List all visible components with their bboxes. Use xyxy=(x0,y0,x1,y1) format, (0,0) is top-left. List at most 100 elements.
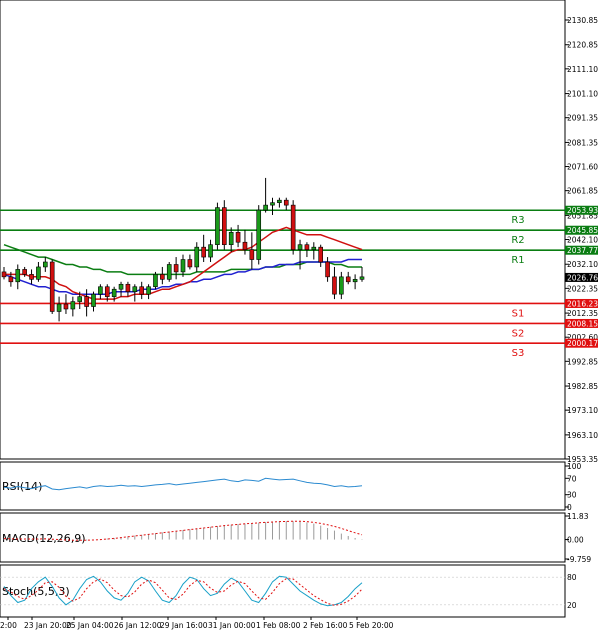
stoch-label: Stoch(5,5,3) xyxy=(2,585,70,598)
price-tick-label-9: 2042.10 xyxy=(567,236,598,245)
price-tick-label-14: 1992.85 xyxy=(567,357,598,366)
candle-42 xyxy=(290,200,296,255)
time-label-8: 5 Feb 20:00 xyxy=(349,621,394,630)
candle-body-3 xyxy=(22,269,27,275)
price-axis-ticks: 2130.85 2120.85 2111.10 2101.10 2091.35 2081.… xyxy=(565,16,598,464)
candle-body-43 xyxy=(297,244,303,250)
level-label-s1: S1 xyxy=(512,308,525,319)
candle-body-49 xyxy=(339,276,344,295)
price-tick-label-7: 2061.85 xyxy=(567,187,598,196)
price-tick-label-2: 2111.10 xyxy=(567,65,598,74)
candle-body-41 xyxy=(283,199,289,206)
price-tick-label-0: 2130.85 xyxy=(567,16,598,25)
candle-body-31 xyxy=(215,207,220,245)
chart-canvas: 2130.85 2120.85 2111.10 2101.10 2091.35 2081.… xyxy=(0,0,598,630)
candle-body-16 xyxy=(111,288,117,297)
rsi-panel-frame xyxy=(0,461,566,511)
candle-body-17 xyxy=(118,283,124,290)
candle-7 xyxy=(49,259,55,314)
price-tick-label-12: 2012.35 xyxy=(567,309,598,318)
candle-body-9 xyxy=(63,303,69,310)
candle-body-44 xyxy=(304,244,310,250)
candle-body-6 xyxy=(43,261,48,268)
time-label-5: 31 Jan 00:00 xyxy=(208,621,256,630)
candle-body-52 xyxy=(359,276,365,280)
candle-body-0 xyxy=(1,271,7,278)
candle-body-40 xyxy=(277,199,282,203)
candle-body-32 xyxy=(222,207,227,245)
price-tick-label-1: 2120.85 xyxy=(567,41,598,50)
candle-body-20 xyxy=(139,286,144,295)
macd-tick-label-2: -9.759 xyxy=(567,555,591,564)
candle-body-13 xyxy=(91,293,96,307)
level-label-s2: S2 xyxy=(512,328,525,339)
candle-body-4 xyxy=(29,274,34,280)
level-tag-value-s2: 2008.15 xyxy=(567,319,598,328)
candle-body-26 xyxy=(180,259,186,273)
level-label-s3: S3 xyxy=(512,348,525,359)
price-tick-label-11: 2022.35 xyxy=(567,284,598,293)
time-label-6: 1 Feb 08:00 xyxy=(256,621,301,630)
candle-body-36 xyxy=(249,249,255,260)
current-price-tag: 2026.76 xyxy=(565,272,598,282)
macd-tick-label-1: 0.00 xyxy=(567,536,584,545)
candle-22 xyxy=(153,271,158,290)
time-label-0: 2:00 xyxy=(0,621,17,630)
time-label-2: 25 Jan 04:00 xyxy=(66,621,114,630)
candle-32 xyxy=(222,200,227,250)
price-tick-label-10: 2032.10 xyxy=(567,260,598,269)
price-tick-label-15: 1982.85 xyxy=(567,382,598,391)
candle-body-29 xyxy=(201,246,206,258)
level-tag-value-s1: 2016.23 xyxy=(567,299,598,308)
candle-body-23 xyxy=(160,274,165,280)
time-axis: 2:00 23 Jan 20:0025 Jan 04:00 26 Jan 12:00… xyxy=(0,617,394,630)
candle-body-24 xyxy=(166,264,172,280)
time-label-4: 29 Jan 16:00 xyxy=(160,621,208,630)
price-tick-label-16: 1973.10 xyxy=(567,406,598,415)
candle-body-48 xyxy=(332,276,337,295)
stoch-tick-label-1: 20 xyxy=(567,601,577,610)
candle-body-21 xyxy=(146,286,151,295)
candle-body-50 xyxy=(345,276,351,283)
level-tag-value-r1: 2037.77 xyxy=(567,246,598,255)
candle-37 xyxy=(256,205,262,265)
level-tag-value-r2: 2045.85 xyxy=(567,226,598,235)
current-price-value: 2026.76 xyxy=(567,273,598,282)
candle-body-7 xyxy=(49,261,55,312)
price-tick-label-17: 1963.10 xyxy=(567,431,598,440)
level-tag-value-r3: 2053.93 xyxy=(567,206,598,215)
candle-body-12 xyxy=(84,296,89,307)
candle-body-33 xyxy=(228,232,234,245)
time-label-7: 2 Feb 16:00 xyxy=(303,621,348,630)
macd-label: MACD(12,26,9) xyxy=(2,532,86,545)
candle-body-18 xyxy=(125,283,131,292)
candle-body-34 xyxy=(235,232,241,243)
candle-body-45 xyxy=(311,246,317,250)
price-tick-label-5: 2081.35 xyxy=(567,138,598,147)
rsi-tick-label-1: 70 xyxy=(567,474,577,483)
candle-body-38 xyxy=(263,204,268,211)
candle-body-14 xyxy=(98,286,103,295)
candle-body-39 xyxy=(270,202,275,206)
candle-body-27 xyxy=(187,259,193,268)
candle-body-22 xyxy=(153,274,158,288)
rsi-tick-label-0: 100 xyxy=(567,462,582,471)
rsi-label: RSI(14) xyxy=(2,480,42,493)
level-label-r3: R3 xyxy=(511,215,524,226)
candle-body-35 xyxy=(242,241,248,250)
candle-body-47 xyxy=(325,261,330,278)
candle-body-28 xyxy=(194,246,200,268)
price-tick-label-6: 2071.60 xyxy=(567,163,598,172)
candle-body-30 xyxy=(208,244,213,258)
candle-body-8 xyxy=(56,303,62,312)
candle-body-51 xyxy=(352,279,358,283)
time-label-1: 23 Jan 20:00 xyxy=(24,621,72,630)
candle-body-10 xyxy=(70,301,76,310)
candle-31 xyxy=(215,202,220,250)
price-tick-label-3: 2101.10 xyxy=(567,90,598,99)
candle-body-1 xyxy=(8,276,14,283)
candle-body-2 xyxy=(15,269,21,283)
time-label-3: 26 Jan 12:00 xyxy=(114,621,162,630)
macd-tick-label-0: 11.83 xyxy=(567,512,589,521)
stoch-tick-label-0: 80 xyxy=(567,573,577,582)
